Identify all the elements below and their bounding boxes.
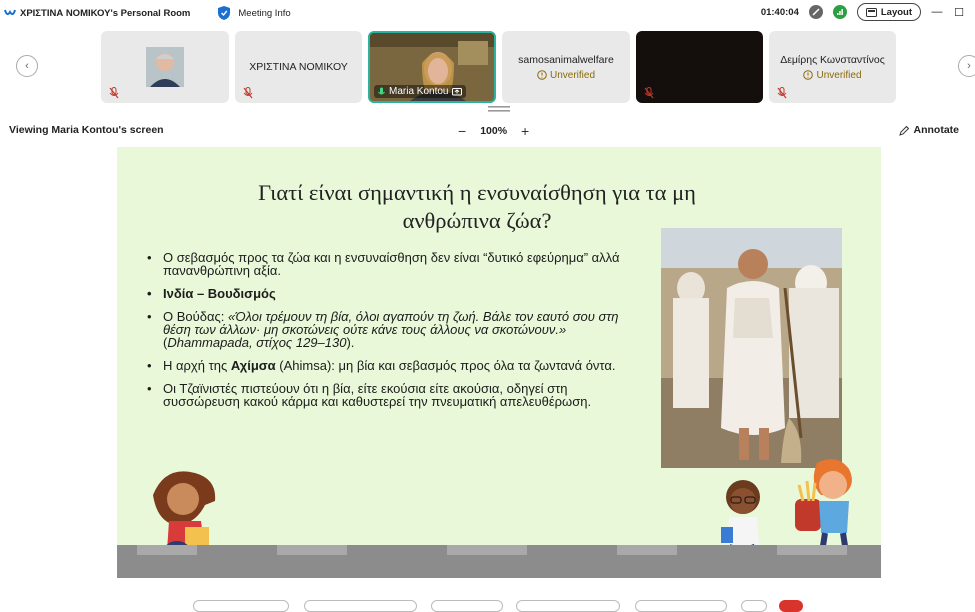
strip-next-button[interactable]: › bbox=[958, 55, 975, 77]
chevron-left-icon: ‹ bbox=[25, 60, 29, 72]
record-control-button[interactable] bbox=[516, 600, 620, 612]
mute-control-button[interactable] bbox=[193, 600, 289, 612]
bullet-item: Οι Τζαϊνιστές πιστεύουν ότι η βία, είτε … bbox=[147, 382, 647, 408]
bullet-item: Ινδία – Βουδισμός bbox=[147, 287, 647, 300]
shield-icon bbox=[218, 6, 231, 20]
muted-mic-icon bbox=[109, 87, 119, 99]
participant-name: ΧΡΙΣΤΙΝΑ ΝΟΜΙΚΟΥ bbox=[249, 61, 348, 73]
room-title: ΧΡΙΣΤΙΝΑ ΝΟΜΙΚΟΥ's Personal Room bbox=[20, 7, 191, 19]
share-control-button[interactable] bbox=[431, 600, 503, 612]
participant-tile-0[interactable] bbox=[101, 31, 229, 103]
warning-icon bbox=[537, 70, 547, 80]
pen-icon bbox=[898, 125, 909, 136]
mic-icon bbox=[378, 87, 385, 94]
participant-name: Δεμίρης Κωνσταντίνος bbox=[780, 53, 885, 66]
viewing-label: Viewing Maria Kontou's screen bbox=[9, 124, 164, 136]
muted-mic-icon bbox=[777, 87, 787, 99]
connection-icon[interactable] bbox=[808, 5, 823, 19]
participant-name: Maria Kontou bbox=[389, 86, 449, 97]
bullet-item: Ο σεβασμός προς τα ζώα και η ενσυναίσθησ… bbox=[147, 251, 647, 277]
video-control-button[interactable] bbox=[304, 600, 417, 612]
annotate-button[interactable]: Annotate bbox=[898, 124, 960, 136]
slide-bullet-list: Ο σεβασμός προς τα ζώα και η ενσυναίσθησ… bbox=[147, 251, 647, 418]
participant-name: samosanimalwelfare bbox=[518, 53, 614, 66]
participant-tile-active[interactable]: Maria Kontou bbox=[368, 31, 496, 103]
meeting-info-button[interactable]: Meeting Info bbox=[218, 6, 291, 20]
annotate-label: Annotate bbox=[913, 124, 960, 136]
muted-mic-icon bbox=[644, 87, 654, 99]
zoom-level: 100% bbox=[480, 125, 508, 137]
meeting-info-label: Meeting Info bbox=[238, 7, 291, 19]
participant-strip: ‹ ΧΡΙΣΤΙΝΑ ΝΟΜΙΚΟΥ Maria Kontou samosani… bbox=[0, 28, 975, 108]
slide-photo bbox=[661, 228, 842, 468]
share-view-bar: Viewing Maria Kontou's screen − 100% + A… bbox=[0, 120, 975, 140]
participant-tile-5[interactable]: Δεμίρης Κωνσταντίνος Unverified bbox=[769, 31, 896, 103]
zoom-out-button[interactable]: − bbox=[458, 123, 466, 139]
layout-button[interactable]: Layout bbox=[856, 3, 921, 21]
title-bar: ΧΡΙΣΤΙΝΑ ΝΟΜΙΚΟΥ's Personal Room Meeting… bbox=[0, 0, 975, 26]
unverified-badge: Unverified bbox=[803, 70, 862, 81]
minimize-icon[interactable]: — bbox=[931, 6, 943, 18]
participant-tile-1[interactable]: ΧΡΙΣΤΙΝΑ ΝΟΜΙΚΟΥ bbox=[235, 31, 362, 103]
webex-logo-icon bbox=[4, 9, 16, 16]
strip-prev-button[interactable]: ‹ bbox=[16, 55, 38, 77]
slide-ground-strip bbox=[117, 545, 881, 578]
meeting-timer: 01:40:04 bbox=[760, 6, 799, 18]
layout-icon bbox=[865, 7, 877, 17]
zoom-control: − 100% + bbox=[458, 123, 529, 139]
reactions-control-button[interactable] bbox=[635, 600, 727, 612]
participant-tile-3[interactable]: samosanimalwelfare Unverified bbox=[502, 31, 630, 103]
participant-tile-4[interactable] bbox=[636, 31, 763, 103]
muted-mic-icon bbox=[243, 87, 253, 99]
chevron-right-icon: › bbox=[967, 60, 971, 72]
bullet-item: Η αρχή της Αχίμσα (Ahimsa): μη βία και σ… bbox=[147, 359, 647, 372]
slide-title: Γιατί είναι σημαντική η ενσυναίσθηση για… bbox=[258, 180, 696, 233]
leave-meeting-button[interactable] bbox=[779, 600, 803, 612]
participant-avatar bbox=[146, 47, 184, 87]
screen-share-icon bbox=[452, 87, 463, 95]
more-options-button[interactable] bbox=[741, 600, 767, 612]
signal-strength-icon[interactable] bbox=[832, 5, 847, 19]
bullet-item: Ο Βούδας: «Όλοι τρέμουν τη βία, όλοι αγα… bbox=[147, 310, 647, 349]
shared-slide: Γιατί είναι σημαντική η ενσυναίσθηση για… bbox=[117, 147, 881, 578]
zoom-in-button[interactable]: + bbox=[521, 123, 529, 139]
maximize-icon[interactable]: ☐ bbox=[953, 6, 965, 19]
warning-icon bbox=[803, 70, 814, 80]
unverified-badge: Unverified bbox=[537, 70, 595, 81]
strip-resize-handle[interactable] bbox=[488, 106, 510, 112]
layout-label: Layout bbox=[880, 6, 912, 18]
